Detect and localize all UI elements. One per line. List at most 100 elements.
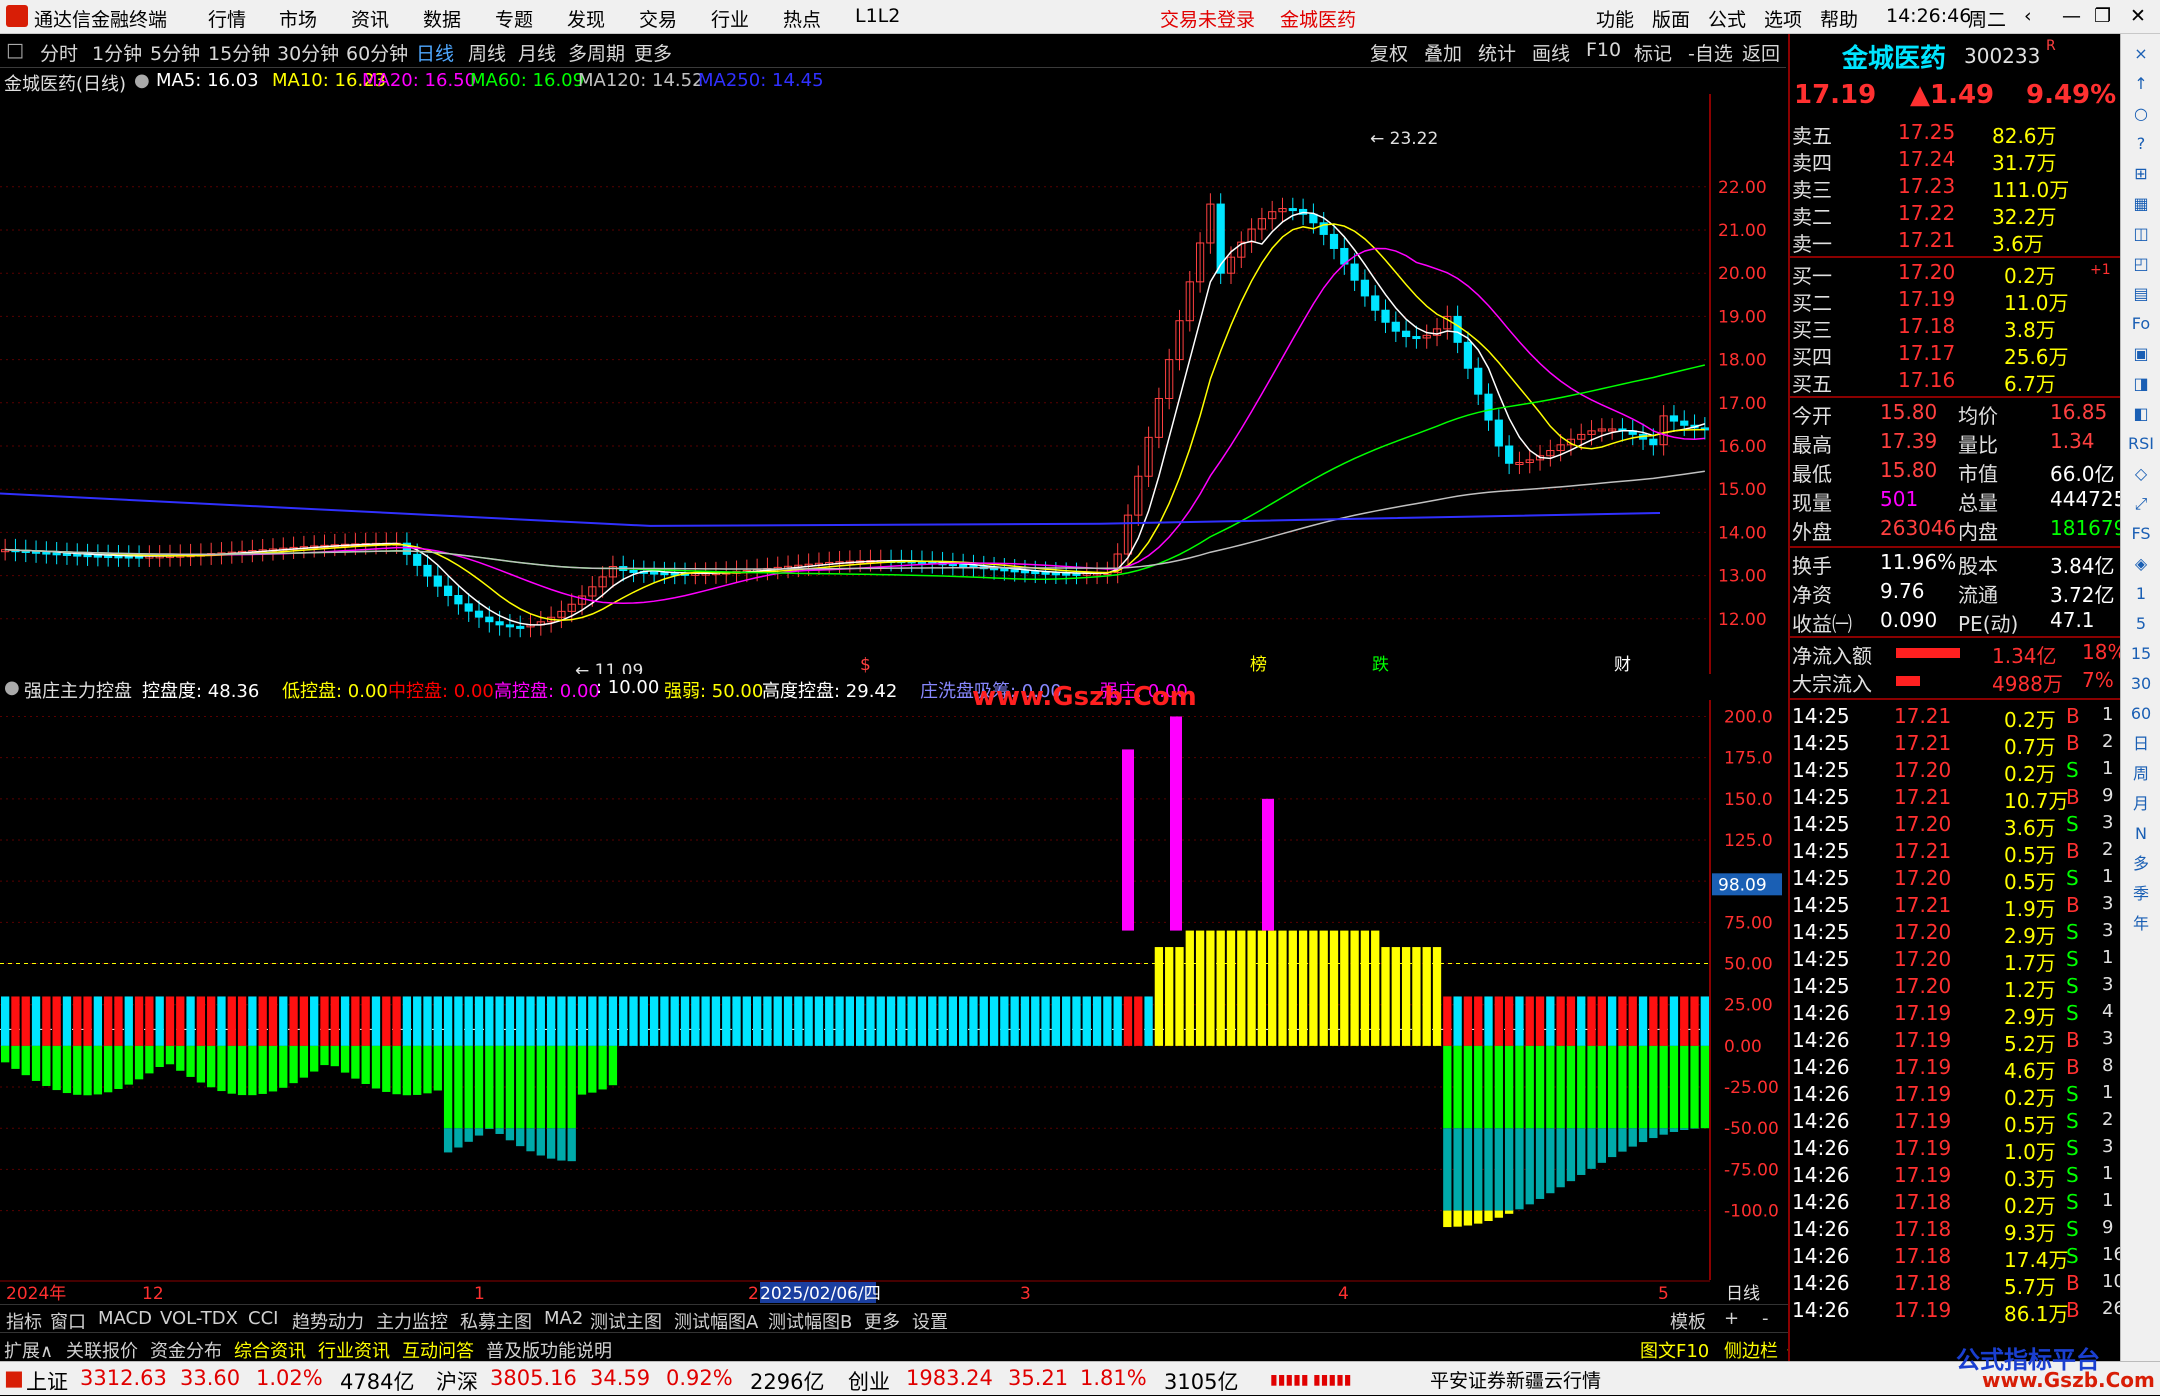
sidebar-tool-icon[interactable]: ◈ (2127, 550, 2155, 578)
sidebar-tool-icon[interactable]: ◨ (2127, 370, 2155, 398)
sidebar-tool-icon[interactable]: × (2127, 40, 2155, 68)
sidebar-tool-icon[interactable]: RSI (2127, 430, 2155, 458)
tab-zhibiao[interactable]: 指标 (6, 1308, 42, 1334)
tab-pujiban[interactable]: 普及版功能说明 (486, 1337, 612, 1363)
menu-banmian[interactable]: 版面 (1652, 5, 1690, 32)
tab-15min[interactable]: 15分钟 (208, 39, 270, 66)
sidebar-tool-icon[interactable]: ▦ (2127, 190, 2155, 218)
sidebar-tool-icon[interactable]: 1 (2127, 580, 2155, 608)
btn-tongji[interactable]: 统计 (1478, 39, 1516, 66)
btn-diejia[interactable]: 叠加 (1424, 39, 1462, 66)
btn-fanhui[interactable]: 返回 (1742, 39, 1780, 66)
menu-shuju[interactable]: 数据 (423, 5, 461, 32)
btn-minus[interactable]: - (1762, 1308, 1769, 1329)
sidebar-tool-icon[interactable]: ⤢ (2127, 490, 2155, 518)
status-icon[interactable]: ■ (4, 1366, 24, 1390)
tab-multi[interactable]: 多周期 (568, 39, 625, 66)
sidebar-tool-icon[interactable]: Fo (2127, 310, 2155, 338)
menu-zhuanti[interactable]: 专题 (495, 5, 533, 32)
tab-sidebar[interactable]: 侧边栏《 (1724, 1337, 1796, 1363)
tab-5min[interactable]: 5分钟 (150, 39, 200, 66)
sidebar-tool-icon[interactable]: 周 (2127, 760, 2155, 788)
tab-30min[interactable]: 30分钟 (277, 39, 339, 66)
sidebar-tool-icon[interactable]: 月 (2127, 790, 2155, 818)
menu-l1l2[interactable]: L1L2 (855, 5, 900, 27)
tab-ma2[interactable]: MA2 (544, 1308, 583, 1329)
sidebar-tool-icon[interactable]: 季 (2127, 880, 2155, 908)
btn-zixuan[interactable]: -自选 (1688, 39, 1733, 66)
tab-ceshifutua[interactable]: 测试幅图A (674, 1308, 758, 1334)
ma-settings-icon[interactable]: ● (134, 70, 150, 91)
tab-shezhi[interactable]: 设置 (912, 1308, 948, 1334)
tab-macd[interactable]: MACD (98, 1308, 152, 1329)
close-icon[interactable]: ✕ (2130, 5, 2146, 27)
collapse-icon[interactable]: □ (6, 39, 24, 61)
btn-biaoji[interactable]: 标记 (1634, 39, 1672, 66)
login-status[interactable]: 交易未登录 (1160, 5, 1255, 32)
minimize-icon[interactable]: — (2062, 5, 2081, 27)
restore-icon[interactable]: ❐ (2094, 5, 2111, 27)
tab-gengduo[interactable]: 更多 (864, 1308, 900, 1334)
menu-xuanxiang[interactable]: 选项 (1764, 5, 1802, 32)
tab-simuzhutu[interactable]: 私募主图 (460, 1308, 532, 1334)
menu-redian[interactable]: 热点 (783, 5, 821, 32)
tab-1min[interactable]: 1分钟 (92, 39, 142, 66)
menu-shichang[interactable]: 市场 (279, 5, 317, 32)
sidebar-tool-icon[interactable]: ◰ (2127, 250, 2155, 278)
sidebar-tool-icon[interactable]: ▣ (2127, 340, 2155, 368)
sidebar-tool-icon[interactable]: FS (2127, 520, 2155, 548)
menu-jiaoyi[interactable]: 交易 (639, 5, 677, 32)
tab-ceshifutub[interactable]: 测试幅图B (768, 1308, 852, 1334)
tab-guanlianbaojia[interactable]: 关联报价 (66, 1337, 138, 1363)
menu-hangye[interactable]: 行业 (711, 5, 749, 32)
btn-fuquan[interactable]: 复权 (1370, 39, 1408, 66)
menu-bangzhu[interactable]: 帮助 (1820, 5, 1858, 32)
sidebar-tool-icon[interactable]: ○ (2127, 100, 2155, 128)
tab-ceshizhutu[interactable]: 测试主图 (590, 1308, 662, 1334)
tab-zonghezixun[interactable]: 综合资讯 (234, 1337, 306, 1363)
sidebar-tool-icon[interactable]: 15 (2127, 640, 2155, 668)
tab-monthly[interactable]: 月线 (518, 39, 556, 66)
menu-gongshi[interactable]: 公式 (1708, 5, 1746, 32)
tab-weekly[interactable]: 周线 (468, 39, 506, 66)
sidebar-tool-icon[interactable]: ? (2127, 130, 2155, 158)
tab-daily[interactable]: 日线 (416, 39, 454, 66)
tab-hudongwenda[interactable]: 互动问答 (402, 1337, 474, 1363)
sidebar-tool-icon[interactable]: ↑ (2127, 70, 2155, 98)
sidebar-tool-icon[interactable]: ◫ (2127, 220, 2155, 248)
tab-kuozhan[interactable]: 扩展∧ (4, 1337, 53, 1363)
sidebar-tool-icon[interactable]: 日 (2127, 730, 2155, 758)
btn-template[interactable]: 模板 (1670, 1308, 1706, 1334)
btn-plus[interactable]: + (1724, 1308, 1739, 1329)
tab-qushidongli[interactable]: 趋势动力 (292, 1308, 364, 1334)
candlestick-chart[interactable]: 22.0021.0020.0019.0018.0017.0016.0015.00… (0, 94, 1786, 674)
tab-cci[interactable]: CCI (248, 1308, 278, 1329)
sidebar-tool-icon[interactable]: N (2127, 820, 2155, 848)
tab-chuangkou[interactable]: 窗口 (50, 1308, 86, 1334)
back-icon[interactable]: ‹ (2024, 5, 2032, 27)
tab-more[interactable]: 更多 (634, 39, 672, 66)
btn-huaxian[interactable]: 画线 (1532, 39, 1570, 66)
sidebar-tool-icon[interactable]: 年 (2127, 910, 2155, 938)
tab-vol-tdx[interactable]: VOL-TDX (160, 1308, 238, 1329)
indicator-settings-icon[interactable]: ● (4, 677, 20, 698)
menu-gongneng[interactable]: 功能 (1596, 5, 1634, 32)
tab-zhulijiankong[interactable]: 主力监控 (376, 1308, 448, 1334)
index-cy-label[interactable]: 创业 (848, 1366, 890, 1396)
sidebar-tool-icon[interactable]: ▤ (2127, 280, 2155, 308)
sidebar-tool-icon[interactable]: 30 (2127, 670, 2155, 698)
tab-tuwen-f10[interactable]: 图文F10 (1640, 1337, 1709, 1363)
menu-zixun[interactable]: 资讯 (351, 5, 389, 32)
indicator-chart[interactable]: 200.0175.0150.0125.0100.075.0050.0025.00… (0, 700, 1786, 1280)
sidebar-tool-icon[interactable]: 多 (2127, 850, 2155, 878)
tab-60min[interactable]: 60分钟 (346, 39, 408, 66)
menu-faxian[interactable]: 发现 (567, 5, 605, 32)
sidebar-tool-icon[interactable]: 60 (2127, 700, 2155, 728)
index-sh-label[interactable]: 上证 (26, 1366, 68, 1396)
tab-zijinfenbu[interactable]: 资金分布 (150, 1337, 222, 1363)
sidebar-tool-icon[interactable]: ◇ (2127, 460, 2155, 488)
menu-hangqing[interactable]: 行情 (208, 5, 246, 32)
tab-hangyezixun[interactable]: 行业资讯 (318, 1337, 390, 1363)
tab-fenshi[interactable]: 分时 (40, 39, 78, 66)
sidebar-tool-icon[interactable]: 5 (2127, 610, 2155, 638)
